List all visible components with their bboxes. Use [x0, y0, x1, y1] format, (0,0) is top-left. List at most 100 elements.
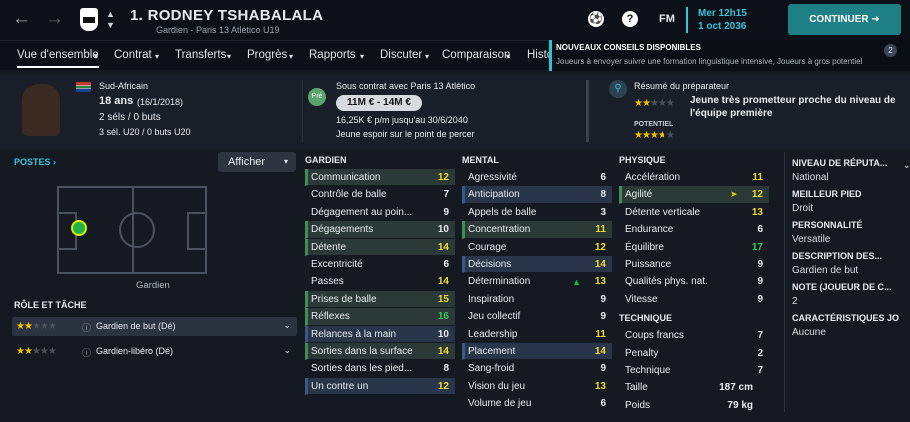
role-row[interactable]: ★★★★★ ⓘ Gardien de but (Dé) ⌄ [12, 317, 297, 336]
help-icon[interactable]: ? [622, 11, 638, 27]
scout-summary-line2: l'équipe première [690, 108, 773, 119]
attribute-row[interactable]: Accélération 11 [619, 169, 769, 187]
scrollbar[interactable] [586, 80, 589, 142]
transfer-value[interactable]: 11M € - 14M € [336, 95, 422, 111]
attribute-row[interactable]: Communication 12 [305, 169, 455, 187]
role-row[interactable]: ★★★★★ ⓘ Gardien-libéro (Dé) ⌄ [12, 342, 297, 361]
attribute-row[interactable]: Dégagement au poin... 9 [305, 204, 455, 222]
attribute-row[interactable]: Sorties dans les pied... 8 [305, 360, 455, 378]
position-marker-goalkeeper[interactable] [71, 220, 87, 236]
chevron-down-icon[interactable]: ⌄ [283, 345, 291, 356]
info-icon[interactable]: ⓘ [82, 346, 91, 359]
football-icon[interactable]: ⚽ [588, 11, 604, 27]
attribute-row[interactable]: Agilité 12 [619, 186, 769, 204]
attribute-row[interactable]: Volume de jeu 6 [462, 395, 612, 413]
attribute-value: 11 [752, 172, 763, 183]
chevron-down-icon[interactable]: ⌄ [903, 160, 910, 171]
attribute-row[interactable]: Vitesse 9 [619, 291, 769, 309]
attribute-row[interactable]: Technique 7 [619, 362, 769, 380]
attribute-row[interactable]: Détente verticale 13 [619, 204, 769, 222]
tab-contract[interactable]: Contrat [114, 49, 152, 61]
attribute-row[interactable]: Relances à la main 10 [305, 325, 455, 343]
attribute-row[interactable]: Leadership 11 [462, 326, 612, 343]
role-stars: ★★★★★ [16, 321, 57, 332]
attribute-row[interactable]: Détermination 13 [462, 273, 612, 291]
attribute-row[interactable]: Vision du jeu 13 [462, 378, 612, 396]
attribute-row[interactable]: Équilibre 17 [619, 239, 769, 256]
attribute-row[interactable]: Inspiration 9 [462, 291, 612, 309]
attribute-value: 13 [594, 276, 606, 288]
height-row: Taille 187 cm [619, 379, 769, 397]
top-bar: ← → ▲ ▼ 1. RODNEY TSHABALALA Gardien - P… [0, 0, 910, 40]
attribute-row[interactable]: Placement 14 [462, 342, 612, 361]
attribute-row[interactable]: Endurance 6 [619, 221, 769, 239]
physical-title: PHYSIQUE [619, 155, 666, 165]
attribute-value: 13 [751, 206, 763, 218]
attribute-row[interactable]: Sang-froid 9 [462, 360, 612, 378]
attribute-row[interactable]: Puissance 9 [619, 256, 769, 274]
tab-progress[interactable]: Progrès [247, 49, 287, 61]
attribute-row[interactable]: Prises de balle 15 [305, 290, 455, 309]
attribute-row[interactable]: Coups francs 7 [619, 327, 769, 345]
back-button[interactable]: ← [12, 9, 31, 29]
continue-button[interactable]: CONTINUER ➜ [788, 4, 901, 35]
attribute-name: Accélération [625, 172, 681, 183]
tab-discuss[interactable]: Discuter [380, 49, 422, 61]
attribute-value: 9 [600, 293, 606, 305]
attribute-name: Qualités phys. nat. [625, 276, 708, 288]
attribute-row[interactable]: Agressivité 6 [462, 169, 612, 187]
attribute-name: Leadership [468, 328, 518, 340]
notification-toast[interactable]: NOUVEAUX CONSEILS DISPONIBLES Joueurs à … [549, 40, 910, 71]
attribute-value: 6 [757, 224, 763, 236]
attribute-row[interactable]: Réflexes 16 [305, 308, 455, 326]
chevron-down-icon: ▾ [289, 52, 294, 61]
attribute-row[interactable]: Jeu collectif 9 [462, 308, 612, 326]
attribute-row[interactable]: Qualités phys. nat. 9 [619, 273, 769, 291]
scout-summary-line1: Jeune très prometteur proche du niveau d… [690, 95, 896, 106]
attribute-row[interactable]: Anticipation 8 [462, 186, 612, 204]
attribute-name: Sang-froid [468, 363, 515, 375]
tab-comparison[interactable]: Comparaison [442, 49, 510, 61]
fm-menu-button[interactable]: FM [659, 13, 675, 25]
chevron-down-icon[interactable]: ▼ [106, 20, 115, 30]
attribute-row[interactable]: Concentration 11 [462, 221, 612, 239]
attribute-name: Anticipation [468, 189, 520, 201]
tab-reports[interactable]: Rapports [309, 49, 356, 61]
role-stars: ★★★★★ [16, 346, 57, 357]
game-day: 1 oct 2036 [698, 21, 747, 32]
show-dropdown-label: Afficher [228, 156, 266, 168]
chevron-up-icon[interactable]: ▲ [106, 9, 115, 19]
chevron-down-icon[interactable]: ⌄ [283, 320, 291, 331]
attribute-row[interactable]: Courage 12 [462, 239, 612, 256]
positions-title[interactable]: POSTES › [14, 157, 56, 167]
attribute-row[interactable]: Sorties dans la surface 14 [305, 342, 455, 361]
tab-transfers[interactable]: Transferts [175, 49, 226, 61]
chevron-down-icon: ▾ [425, 52, 430, 61]
positions-title-label: POSTES [14, 157, 51, 167]
attribute-row[interactable]: Un contre un 12 [305, 377, 455, 396]
height-value: 187 cm [719, 382, 753, 394]
tab-overview[interactable]: Vue d'ensemble [17, 49, 99, 68]
roles-title: RÔLE ET TÂCHE [14, 300, 87, 310]
attribute-row[interactable]: Dégagements 10 [305, 221, 455, 239]
attribute-row[interactable]: Excentricité 6 [305, 256, 455, 274]
attribute-row[interactable]: Passes 14 [305, 273, 455, 291]
attribute-row[interactable]: Contrôle de balle 7 [305, 186, 455, 204]
attribute-row[interactable]: Détente 14 [305, 238, 455, 256]
attribute-row[interactable]: Appels de balle 3 [462, 204, 612, 222]
attribute-value: 2 [757, 347, 763, 359]
attribute-name: Puissance [625, 258, 672, 270]
info-icon[interactable]: ⓘ [82, 321, 91, 334]
show-dropdown[interactable]: Afficher ▾ [218, 152, 296, 172]
scout-title: Résumé du préparateur [634, 81, 730, 91]
attribute-row[interactable]: Décisions 14 [462, 255, 612, 274]
game-time: Mer 12h15 [698, 8, 747, 19]
attribute-name: Endurance [625, 224, 674, 236]
forward-button[interactable]: → [45, 9, 64, 29]
attribute-name: Volume de jeu [468, 398, 532, 410]
attribute-value: 6 [600, 398, 606, 410]
attribute-row[interactable]: Penalty 2 [619, 345, 769, 362]
attribute-value: 8 [443, 363, 449, 375]
wage: 16,25K € p/m jusqu'au 30/6/2040 [336, 115, 468, 125]
attribute-name: Détente [311, 241, 347, 253]
